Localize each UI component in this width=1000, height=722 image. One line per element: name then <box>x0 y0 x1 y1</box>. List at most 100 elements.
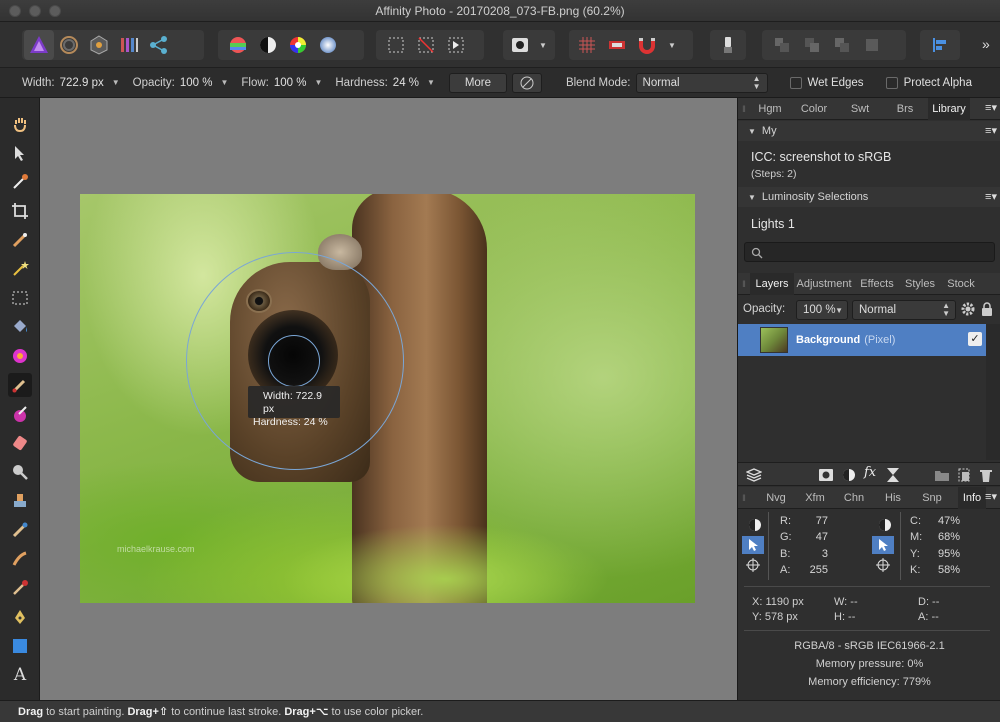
snapping-magnet-icon[interactable] <box>632 30 662 60</box>
levels-icon[interactable] <box>223 30 253 60</box>
opacity-field[interactable]: 100 % ▼ <box>180 77 229 89</box>
tab-styles[interactable]: Styles <box>900 273 940 295</box>
gradient-tool-icon[interactable] <box>8 344 32 368</box>
tab-adjustment[interactable]: Adjustment <box>794 273 854 295</box>
color-replacement-tool-icon[interactable] <box>8 402 32 426</box>
paint-mode-icon[interactable] <box>713 30 743 60</box>
tab-navigator[interactable]: Nvg <box>750 487 802 509</box>
color-picker-tool-icon[interactable] <box>8 170 32 194</box>
grid-icon[interactable] <box>572 30 602 60</box>
tab-history[interactable]: His <box>880 487 906 509</box>
tab-layers[interactable]: Layers <box>750 272 794 295</box>
invert-selection-icon[interactable] <box>441 30 471 60</box>
gear-icon[interactable] <box>960 301 976 320</box>
layer-row-background[interactable]: Background (Pixel) ✓ <box>738 324 986 356</box>
width-field[interactable]: 722.9 px ▼ <box>60 77 120 89</box>
tab-transform[interactable]: Xfm <box>802 487 828 509</box>
move-tool-icon[interactable] <box>8 141 32 165</box>
clone-tool-icon[interactable] <box>8 489 32 513</box>
fx-icon[interactable]: fx <box>864 465 876 480</box>
grip-icon[interactable]: ‖ <box>738 98 750 120</box>
tab-channels[interactable]: Chn <box>828 487 880 509</box>
move-to-front-icon[interactable] <box>857 30 887 60</box>
tab-snapshots[interactable]: Snp <box>906 487 958 509</box>
brush-preset-icon[interactable] <box>511 72 542 93</box>
paint-brush-tool-icon[interactable] <box>8 373 32 397</box>
flood-select-tool-icon[interactable] <box>8 257 32 281</box>
section-menu-icon[interactable]: ≡▾ <box>985 124 997 137</box>
chevron-down-icon[interactable]: ▼ <box>539 41 547 50</box>
assistant-icon[interactable] <box>602 30 632 60</box>
tab-brushes[interactable]: Brs <box>882 98 928 120</box>
marquee-tool-icon[interactable] <box>8 286 32 310</box>
smudge-tool-icon[interactable] <box>8 547 32 571</box>
layer-opacity-field[interactable]: 100 % ▼ <box>796 300 848 320</box>
white-balance-icon[interactable] <box>313 30 343 60</box>
tab-stock[interactable]: Stock <box>940 273 982 295</box>
section-menu-icon[interactable]: ≡▾ <box>985 190 997 203</box>
trash-icon[interactable] <box>979 467 993 486</box>
tone-mapping-persona-button[interactable] <box>114 30 144 60</box>
develop-persona-button[interactable] <box>84 30 114 60</box>
crosshair-icon[interactable] <box>872 556 894 574</box>
layer-visibility-checkbox[interactable]: ✓ <box>968 332 982 346</box>
mask-layer-icon[interactable] <box>818 467 834 486</box>
hsl-icon[interactable] <box>283 30 313 60</box>
move-back-icon[interactable] <box>797 30 827 60</box>
crop-tool-icon[interactable] <box>8 199 32 223</box>
deselect-icon[interactable] <box>411 30 441 60</box>
tab-color[interactable]: Color <box>790 98 838 120</box>
export-persona-button[interactable] <box>144 30 174 60</box>
macro-name[interactable]: ICC: screenshot to sRGB <box>751 150 891 164</box>
photo-persona-button[interactable] <box>24 30 54 60</box>
toolbar-overflow-icon[interactable]: » <box>982 36 990 52</box>
marquee-icon[interactable] <box>381 30 411 60</box>
panel-menu-icon[interactable]: ≡▾ <box>985 490 997 503</box>
tab-effects[interactable]: Effects <box>854 273 900 295</box>
library-section-luminosity[interactable]: ▼ Luminosity Selections ≡▾ <box>738 187 1000 207</box>
crosshair-icon[interactable] <box>742 556 764 574</box>
liquify-persona-button[interactable] <box>54 30 84 60</box>
color-mode-icon[interactable] <box>874 516 896 534</box>
protect-alpha-checkbox[interactable]: Protect Alpha <box>885 76 972 89</box>
live-filter-icon[interactable] <box>886 467 900 486</box>
pointer-source-icon[interactable] <box>742 536 764 554</box>
layers-scrollbar[interactable] <box>986 324 1000 460</box>
tab-histogram[interactable]: Hgm <box>750 98 790 120</box>
flow-field[interactable]: 100 % ▼ <box>274 77 323 89</box>
healing-brush-tool-icon[interactable] <box>8 518 32 542</box>
panel-menu-icon[interactable]: ≡▾ <box>985 101 997 114</box>
lights-macro[interactable]: Lights 1 <box>751 217 795 231</box>
quick-mask-icon[interactable] <box>505 30 535 60</box>
black-white-icon[interactable] <box>253 30 283 60</box>
more-button[interactable]: More <box>448 72 507 93</box>
library-section-my[interactable]: ▼ My ≡▾ <box>738 121 1000 141</box>
text-tool-icon[interactable]: A <box>8 663 32 687</box>
blend-mode-select[interactable]: Normal ▲ ▼ <box>635 72 768 93</box>
group-folder-icon[interactable] <box>934 467 950 486</box>
selection-brush-tool-icon[interactable] <box>8 228 32 252</box>
canvas-area[interactable]: michaelkrause.com Width: 722.9 px Hardne… <box>40 98 737 700</box>
move-forward-icon[interactable] <box>827 30 857 60</box>
align-icon[interactable] <box>925 30 955 60</box>
color-mode-icon[interactable] <box>744 516 766 534</box>
flood-fill-tool-icon[interactable] <box>8 315 32 339</box>
chevron-down-icon[interactable]: ▼ <box>668 41 676 50</box>
pen-tool-icon[interactable] <box>8 605 32 629</box>
add-pixel-layer-icon[interactable] <box>956 467 972 486</box>
grip-icon[interactable]: ‖ <box>738 487 750 509</box>
library-search-input[interactable] <box>744 242 995 262</box>
erase-tool-icon[interactable] <box>8 431 32 455</box>
pointer-source-icon[interactable] <box>872 536 894 554</box>
rectangle-tool-icon[interactable] <box>8 634 32 658</box>
wet-edges-checkbox[interactable]: Wet Edges <box>789 76 864 89</box>
tab-library[interactable]: Library <box>928 97 970 120</box>
tab-info[interactable]: Info <box>958 486 986 509</box>
dodge-tool-icon[interactable] <box>8 460 32 484</box>
move-to-back-icon[interactable] <box>767 30 797 60</box>
hardness-field[interactable]: 24 % ▼ <box>393 77 435 89</box>
hand-tool-icon[interactable] <box>8 112 32 136</box>
red-eye-tool-icon[interactable] <box>8 576 32 600</box>
layer-blend-select[interactable]: Normal ▲ ▼ <box>852 300 956 320</box>
lock-icon[interactable] <box>980 301 994 320</box>
